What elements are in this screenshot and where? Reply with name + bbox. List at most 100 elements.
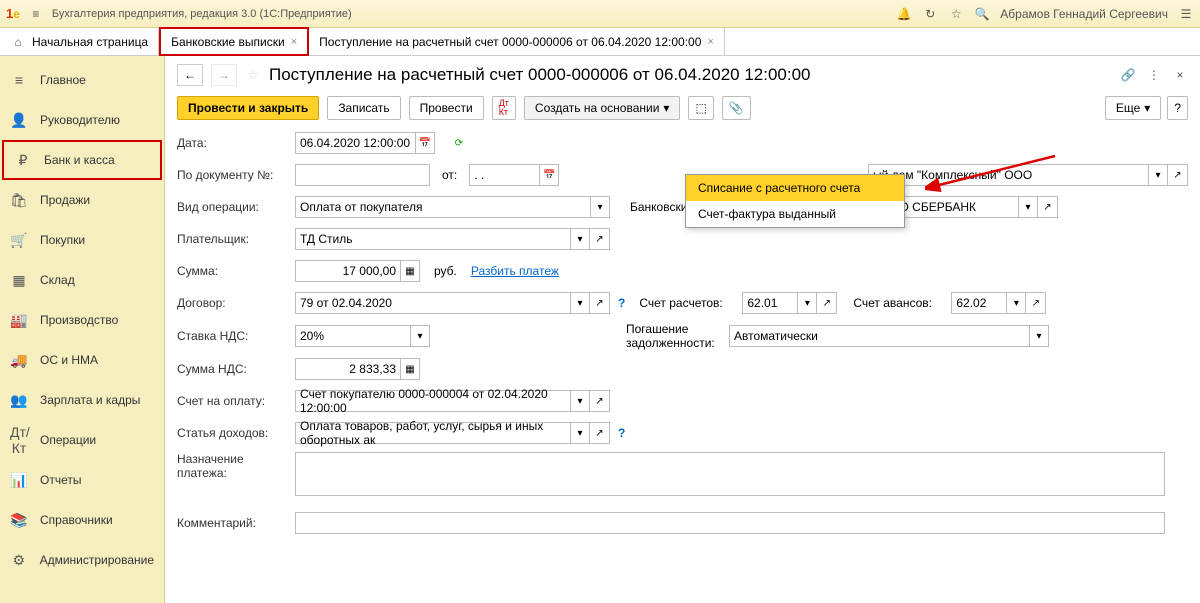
calendar-icon[interactable]: 📅 (539, 164, 559, 186)
sidebar-item[interactable]: 🛍Продажи (0, 180, 164, 220)
org-field[interactable]: ый дом "Комплексный" ООО (868, 164, 1148, 186)
sidebar-item[interactable]: ▦Склад (0, 260, 164, 300)
sidebar-item[interactable]: 👤Руководителю (0, 100, 164, 140)
chevron-down-icon[interactable]: ▾ (570, 390, 590, 412)
tab-home[interactable]: ⌂ Начальная страница (0, 28, 159, 55)
chevron-down-icon[interactable]: ▾ (1018, 196, 1038, 218)
link-icon[interactable]: 🔗 (1120, 67, 1136, 83)
sidebar-icon: 🚚 (10, 352, 28, 369)
invoice-field[interactable]: Счет покупателю 0000-000004 от 02.04.202… (295, 390, 570, 412)
open-icon[interactable]: ↗ (590, 292, 610, 314)
contract-label: Договор: (177, 296, 287, 310)
sidebar-item[interactable]: 👥Зарплата и кадры (0, 380, 164, 420)
more-icon[interactable]: ⋮ (1146, 67, 1162, 83)
star-icon[interactable]: ☆ (948, 6, 964, 22)
sidebar-item[interactable]: 📊Отчеты (0, 460, 164, 500)
sidebar-item[interactable]: 📚Справочники (0, 500, 164, 540)
optype-field[interactable]: Оплата от покупателя (295, 196, 590, 218)
sidebar-icon: 👥 (10, 392, 28, 409)
sidebar-label: Руководителю (40, 113, 120, 127)
chevron-down-icon[interactable]: ▾ (1029, 325, 1049, 347)
close-icon[interactable]: × (707, 36, 713, 48)
forward-button[interactable]: → (211, 64, 237, 86)
post-and-close-button[interactable]: Провести и закрыть (177, 96, 319, 120)
from-date-field[interactable]: . . (469, 164, 539, 186)
structure-button[interactable]: ⬚ (688, 96, 713, 120)
docnum-field[interactable] (295, 164, 430, 186)
sidebar-item[interactable]: 🚚ОС и НМА (0, 340, 164, 380)
debt-field[interactable]: Автоматически (729, 325, 1029, 347)
history-icon[interactable]: ↻ (922, 6, 938, 22)
equalizer-icon[interactable]: ☰ (1178, 6, 1194, 22)
dtkt-button[interactable]: ДтКт (492, 96, 516, 120)
comment-field[interactable] (295, 512, 1165, 534)
date-label: Дата: (177, 136, 287, 150)
split-payment-link[interactable]: Разбить платеж (471, 264, 559, 278)
sidebar-item[interactable]: 🏭Производство (0, 300, 164, 340)
open-icon[interactable]: ↗ (590, 390, 610, 412)
vat-field[interactable]: 20% (295, 325, 410, 347)
more-button[interactable]: Еще ▾ (1105, 96, 1161, 120)
back-button[interactable]: ← (177, 64, 203, 86)
help-icon[interactable]: ? (618, 296, 625, 310)
income-label: Статья доходов: (177, 426, 287, 440)
dd-item-invoice[interactable]: Счет-фактура выданный (686, 201, 904, 227)
purpose-textarea[interactable] (295, 452, 1165, 496)
acc-settle-field[interactable]: 62.01 (742, 292, 797, 314)
home-icon: ⌂ (10, 34, 26, 50)
dd-item-writeoff[interactable]: Списание с расчетного счета (686, 175, 904, 201)
date-field[interactable]: 06.04.2020 12:00:00 (295, 132, 415, 154)
close-icon[interactable]: × (1172, 67, 1188, 83)
acc-settle-label: Счет расчетов: (639, 296, 734, 310)
refresh-icon[interactable]: ⟳ (449, 132, 469, 154)
help-button[interactable]: ? (1167, 96, 1188, 120)
menu-icon[interactable]: ≡ (28, 6, 44, 22)
open-icon[interactable]: ↗ (590, 422, 610, 444)
create-based-button[interactable]: Создать на основании ▾ (524, 96, 681, 120)
help-icon[interactable]: ? (618, 426, 625, 440)
sidebar-item[interactable]: ₽Банк и касса (2, 140, 162, 180)
sidebar-item[interactable]: 🛒Покупки (0, 220, 164, 260)
contract-field[interactable]: 79 от 02.04.2020 (295, 292, 570, 314)
bell-icon[interactable]: 🔔 (896, 6, 912, 22)
chevron-down-icon[interactable]: ▾ (1148, 164, 1168, 186)
attach-button[interactable]: 📎 (722, 96, 751, 120)
search-icon[interactable]: 🔍 (974, 6, 990, 22)
sum-field[interactable]: 17 000,00 (295, 260, 400, 282)
chevron-down-icon[interactable]: ▾ (570, 422, 590, 444)
calc-icon[interactable]: ▦ (400, 358, 420, 380)
close-icon[interactable]: × (291, 36, 297, 48)
sidebar: ≡Главное👤Руководителю₽Банк и касса🛍Прода… (0, 56, 165, 603)
payer-field[interactable]: ТД Стиль (295, 228, 570, 250)
post-button[interactable]: Провести (409, 96, 484, 120)
sidebar-item[interactable]: ⚙Администрирование (0, 540, 164, 580)
income-field[interactable]: Оплата товаров, работ, услуг, сырья и ин… (295, 422, 570, 444)
chevron-down-icon[interactable]: ▾ (570, 292, 590, 314)
open-icon[interactable]: ↗ (590, 228, 610, 250)
sidebar-label: Склад (40, 273, 75, 287)
open-icon[interactable]: ↗ (1038, 196, 1058, 218)
open-icon[interactable]: ↗ (817, 292, 837, 314)
calc-icon[interactable]: ▦ (400, 260, 420, 282)
chevron-down-icon[interactable]: ▾ (410, 325, 430, 347)
sidebar-item[interactable]: Дт/КтОперации (0, 420, 164, 460)
user-name[interactable]: Абрамов Геннадий Сергеевич (1000, 7, 1168, 21)
acc-adv-field[interactable]: 62.02 (951, 292, 1006, 314)
sidebar-item[interactable]: ≡Главное (0, 60, 164, 100)
vatsum-field[interactable]: 2 833,33 (295, 358, 400, 380)
sidebar-icon: ⚙ (10, 552, 28, 569)
chevron-down-icon[interactable]: ▾ (1006, 292, 1026, 314)
chevron-down-icon[interactable]: ▾ (797, 292, 817, 314)
chevron-down-icon[interactable]: ▾ (570, 228, 590, 250)
tab-bank-statements[interactable]: Банковские выписки × (159, 27, 309, 56)
calendar-icon[interactable]: 📅 (415, 132, 435, 154)
save-button[interactable]: Записать (327, 96, 400, 120)
sidebar-label: Главное (40, 73, 86, 87)
sidebar-label: Отчеты (40, 473, 81, 487)
chevron-down-icon[interactable]: ▾ (590, 196, 610, 218)
comment-label: Комментарий: (177, 516, 287, 530)
open-icon[interactable]: ↗ (1168, 164, 1188, 186)
open-icon[interactable]: ↗ (1026, 292, 1046, 314)
star-icon[interactable]: ☆ (245, 67, 261, 83)
tab-receipt-doc[interactable]: Поступление на расчетный счет 0000-00000… (309, 28, 725, 55)
